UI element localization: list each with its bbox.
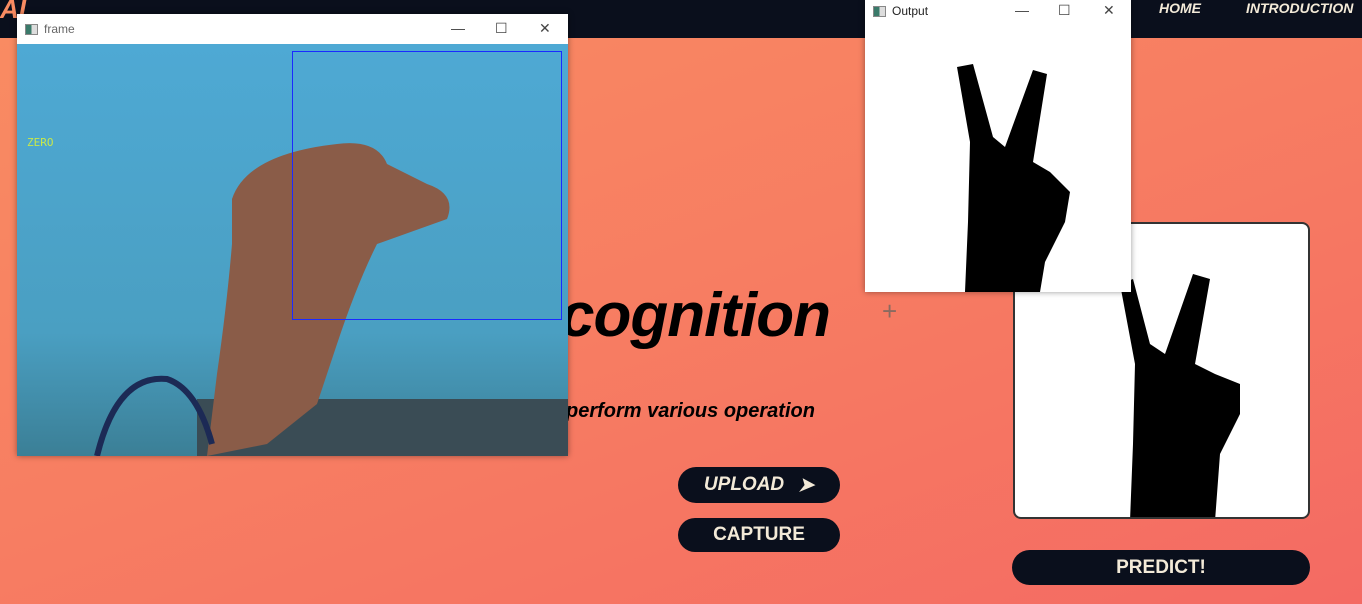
frame-titlebar[interactable]: frame — ☐ ✕: [17, 14, 568, 44]
predict-button[interactable]: PREDICT!: [1012, 550, 1310, 585]
minimize-icon[interactable]: —: [451, 20, 465, 36]
crosshair-cursor-icon: +: [882, 296, 898, 326]
roi-box: [292, 51, 562, 320]
send-icon: ➤: [798, 474, 815, 496]
page-title: cognition: [560, 281, 831, 350]
capture-button[interactable]: CAPTURE: [678, 518, 840, 552]
maximize-icon[interactable]: ☐: [495, 20, 508, 37]
close-icon[interactable]: ✕: [1103, 2, 1115, 19]
window-icon: [873, 5, 886, 17]
nav-home[interactable]: HOME: [1159, 0, 1201, 16]
webcam-feed: ZERO: [17, 44, 568, 456]
maximize-icon[interactable]: ☐: [1058, 2, 1071, 19]
nav-introduction[interactable]: INTRODUCTION: [1246, 0, 1353, 16]
window-icon: [25, 23, 38, 35]
output-window: Output — ☐ ✕: [865, 0, 1131, 292]
close-icon[interactable]: ✕: [539, 20, 551, 37]
upload-button[interactable]: UPLOAD ➤: [678, 467, 840, 503]
upload-label: UPLOAD: [703, 474, 785, 495]
output-titlebar[interactable]: Output — ☐ ✕: [865, 0, 1131, 22]
page-subtitle: perform various operation: [566, 400, 815, 422]
minimize-icon[interactable]: —: [1015, 2, 1029, 18]
frame-window: frame — ☐ ✕ ZERO: [17, 14, 568, 456]
frame-title: frame: [44, 22, 75, 36]
output-mask-image: [957, 64, 1070, 292]
prediction-overlay-text: ZERO: [27, 136, 54, 149]
output-title: Output: [892, 4, 929, 18]
